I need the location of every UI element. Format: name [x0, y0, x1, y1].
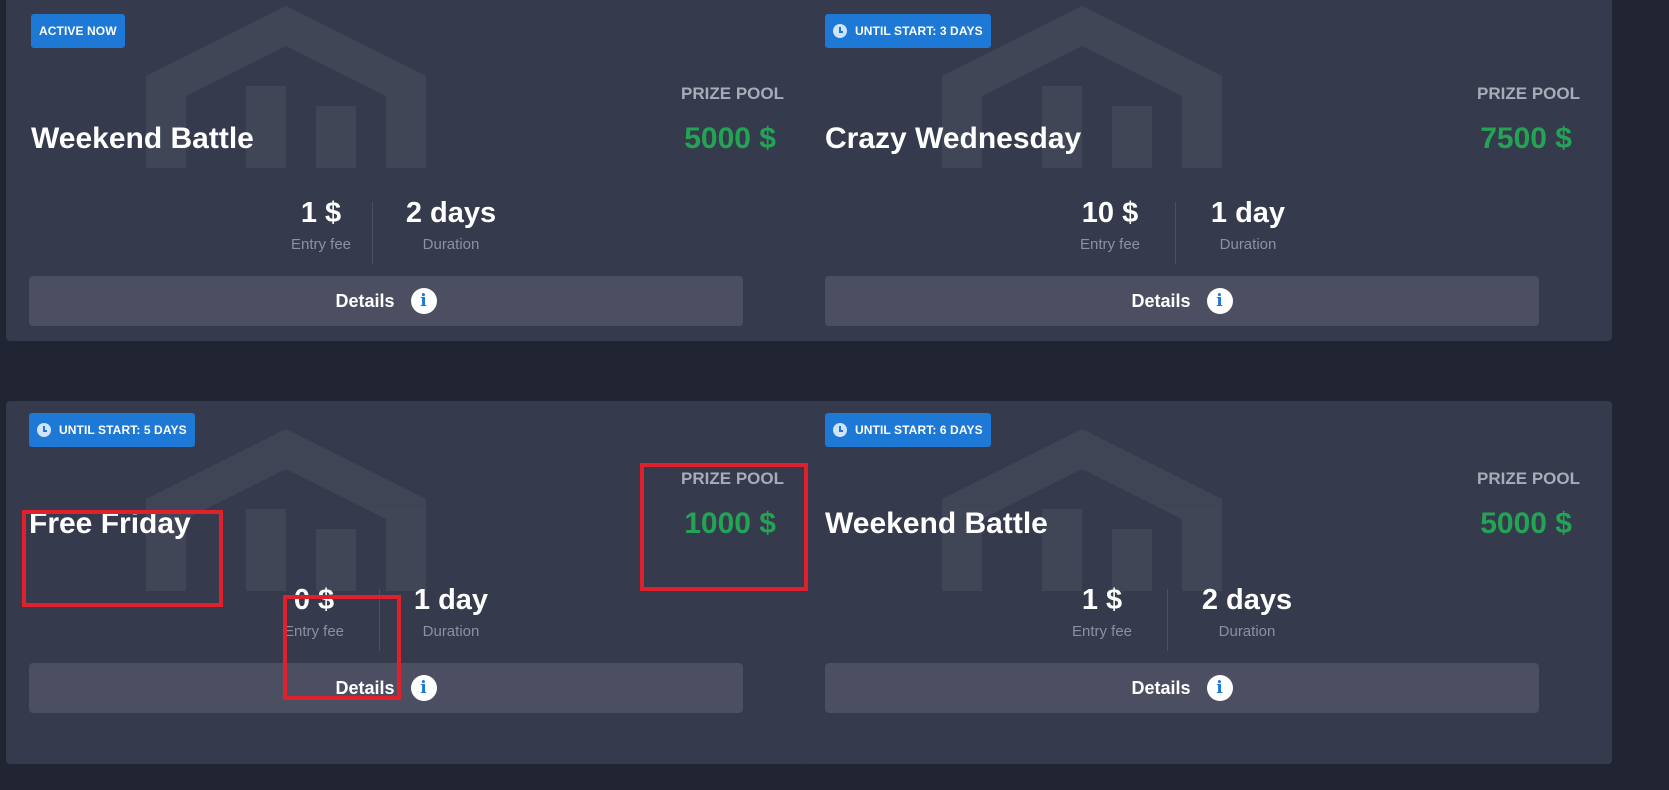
prize-pool-value: 5000 $ [1480, 507, 1572, 540]
info-icon: i [410, 288, 437, 314]
duration-label: Duration [1219, 236, 1277, 253]
duration-value: 1 day [1210, 197, 1286, 229]
details-button-label: Details [1131, 290, 1191, 311]
clock-icon [37, 423, 51, 437]
status-badge-label: UNTIL START: 5 DAYS [59, 423, 187, 437]
clock-icon [833, 24, 847, 38]
details-button[interactable]: Details i [825, 276, 1539, 326]
tournament-title: Crazy Wednesday [825, 122, 1082, 155]
highlight-box-prize-pool [640, 463, 808, 591]
entry-fee-label: Entry fee [1071, 623, 1133, 640]
prize-pool-value: 7500 $ [1480, 122, 1572, 155]
tournament-title: Weekend Battle [31, 122, 254, 155]
entry-fee-label: Entry fee [1079, 236, 1141, 253]
highlight-box-title [22, 510, 223, 607]
status-badge-label: UNTIL START: 3 DAYS [855, 24, 983, 38]
stat-divider [372, 202, 373, 264]
entry-fee-value: 1 $ [1081, 584, 1123, 616]
tournament-card: UNTIL START: 3 DAYS PRIZE POOL Crazy Wed… [802, 0, 1612, 341]
details-button[interactable]: Details i [29, 276, 743, 326]
duration-stat: 2 days Duration [401, 196, 501, 253]
entry-fee-value: 10 $ [1081, 197, 1139, 229]
prize-pool-label: PRIZE POOL [1477, 469, 1580, 488]
stat-divider [1175, 202, 1176, 264]
status-badge-label: UNTIL START: 6 DAYS [855, 423, 983, 437]
highlight-box-entry-fee [283, 595, 401, 700]
duration-stat: 1 day Duration [401, 583, 501, 640]
clock-icon [833, 423, 847, 437]
duration-value: 1 day [413, 584, 489, 616]
details-button[interactable]: Details i [825, 663, 1539, 713]
duration-label: Duration [422, 623, 480, 640]
duration-value: 2 days [405, 197, 497, 229]
details-button-label: Details [335, 290, 395, 311]
status-badge: UNTIL START: 5 DAYS [29, 413, 195, 447]
info-icon: i [1206, 288, 1233, 314]
prize-pool-label: PRIZE POOL [681, 84, 784, 103]
status-badge-label: ACTIVE NOW [39, 24, 117, 38]
entry-fee-stat: 1 $ Entry fee [1052, 583, 1152, 640]
entry-fee-value: 1 $ [300, 197, 342, 229]
prize-pool-value: 5000 $ [684, 122, 776, 155]
prize-pool-label: PRIZE POOL [1477, 84, 1580, 103]
status-badge: ACTIVE NOW [31, 14, 125, 48]
duration-stat: 1 day Duration [1198, 196, 1298, 253]
duration-label: Duration [1218, 623, 1276, 640]
tournament-card: UNTIL START: 6 DAYS PRIZE POOL Weekend B… [802, 401, 1612, 764]
duration-value: 2 days [1201, 584, 1293, 616]
info-icon: i [1206, 675, 1233, 701]
entry-fee-label: Entry fee [290, 236, 352, 253]
duration-stat: 2 days Duration [1197, 583, 1297, 640]
status-badge: UNTIL START: 3 DAYS [825, 14, 991, 48]
entry-fee-stat: 10 $ Entry fee [1060, 196, 1160, 253]
stat-divider [1167, 589, 1168, 651]
details-button-label: Details [1131, 677, 1191, 698]
tournament-title: Weekend Battle [825, 507, 1048, 540]
entry-fee-stat: 1 $ Entry fee [271, 196, 371, 253]
tournament-card: ACTIVE NOW PRIZE POOL Weekend Battle 500… [6, 0, 816, 341]
duration-label: Duration [422, 236, 480, 253]
info-icon: i [410, 675, 437, 701]
building-background-icon [942, 429, 1222, 591]
status-badge: UNTIL START: 6 DAYS [825, 413, 991, 447]
